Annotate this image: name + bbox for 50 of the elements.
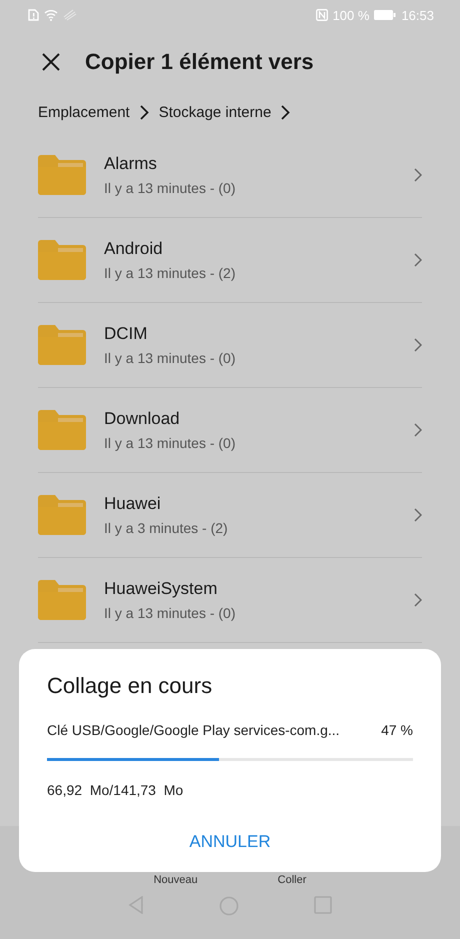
nfc-icon — [316, 9, 328, 21]
chevron-right-icon — [414, 423, 422, 437]
folder-details: Il y a 13 minutes - (0) — [104, 435, 236, 451]
home-icon[interactable] — [219, 896, 239, 916]
folder-icon — [38, 325, 86, 365]
close-icon[interactable] — [41, 52, 61, 72]
bottom-action[interactable]: Coller — [278, 874, 306, 886]
folder-details: Il y a 3 minutes - (2) — [104, 520, 229, 536]
chevron-right-icon — [414, 508, 422, 522]
breadcrumb[interactable]: Stockage interne — [158, 104, 272, 121]
folder-row[interactable]: Download Il y a 13 minutes - (0) — [38, 388, 422, 473]
chevron-right-icon — [414, 168, 422, 182]
folder-details: Il y a 13 minutes - (0) — [104, 350, 236, 366]
folder-name: Download — [104, 409, 181, 429]
folder-row[interactable]: DCIM Il y a 13 minutes - (0) — [38, 303, 422, 388]
bottom-action[interactable]: Nouveau — [154, 874, 198, 886]
chevron-right-icon — [414, 338, 422, 352]
dialog-title: Collage en cours — [47, 673, 214, 699]
folder-name: Android — [104, 239, 164, 259]
folder-icon — [38, 410, 86, 450]
recents-icon[interactable] — [314, 896, 332, 914]
folder-details: Il y a 13 minutes - (0) — [104, 605, 236, 621]
wifi-icon — [44, 9, 58, 21]
progress-size: 66,92 Mo/141,73 Mo — [47, 782, 184, 798]
folder-name: Alarms — [104, 154, 158, 174]
cancel-button[interactable]: ANNULER — [179, 828, 281, 856]
chevron-right-icon — [414, 253, 422, 267]
page-title: Copier 1 élément vers — [85, 49, 314, 75]
folder-row[interactable]: Alarms Il y a 13 minutes - (0) — [38, 133, 422, 218]
chevron-right-icon — [281, 105, 290, 120]
folder-row[interactable]: HuaweiSystem Il y a 13 minutes - (0) — [38, 558, 422, 643]
chevron-right-icon — [140, 105, 149, 120]
folder-name: DCIM — [104, 324, 148, 344]
file-path: Clé USB/Google/Google Play services-com.g... — [47, 722, 340, 738]
back-icon[interactable] — [128, 896, 144, 914]
folder-name: HuaweiSystem — [104, 579, 218, 599]
sim-alert-icon — [28, 9, 39, 21]
battery-icon — [374, 10, 396, 20]
folder-row[interactable]: Huawei Il y a 3 minutes - (2) — [38, 473, 422, 558]
folder-row[interactable]: Android Il y a 13 minutes - (2) — [38, 218, 422, 303]
folder-name: Huawei — [104, 494, 162, 514]
progress-percent: 47 % — [381, 722, 413, 738]
folder-icon — [38, 580, 86, 620]
chevron-right-icon — [414, 593, 422, 607]
folder-icon — [38, 155, 86, 195]
breadcrumb[interactable]: Emplacement — [38, 104, 130, 121]
folder-icon — [38, 495, 86, 535]
folder-icon — [38, 240, 86, 280]
folder-details: Il y a 13 minutes - (2) — [104, 265, 236, 281]
folder-details: Il y a 13 minutes - (0) — [104, 180, 236, 196]
